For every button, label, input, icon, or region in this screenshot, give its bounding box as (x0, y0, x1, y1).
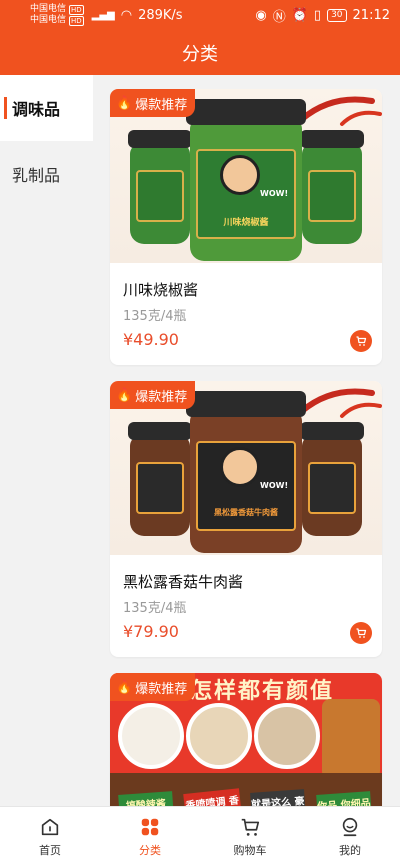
add-to-cart-button[interactable] (350, 330, 372, 352)
page-header: 分类 (0, 30, 400, 75)
alarm-icon: ⏰ (291, 7, 308, 23)
wifi-icon: ◠ (120, 7, 133, 23)
battery-indicator: 30 (327, 8, 347, 22)
network-speed: 289K/s (138, 7, 183, 23)
product-image: 怎样都有颜值 搞酸辣酱 770 香喷喷调 香酥啊 就是这么 豪横 你品 你细品 … (110, 673, 382, 806)
status-bar: 中国电信 HD 中国电信 HD ▂▄▆ ◠ 289K/s ◉ Ⓝ ⏰ ▯ 30 21… (0, 0, 400, 30)
nav-cart[interactable]: 购物车 (200, 807, 300, 866)
product-image: 黑松露香菇牛肉酱 WOW! 🔥 爆款推荐 (110, 381, 382, 555)
hot-badge: 🔥 爆款推荐 (110, 381, 196, 409)
fire-icon: 🔥 (116, 679, 133, 695)
product-price: ¥49.90 (123, 330, 179, 349)
nav-label: 购物车 (233, 843, 267, 857)
nav-label: 分类 (139, 843, 161, 857)
badge-label: 爆款推荐 (135, 97, 188, 113)
hd-badge: HD (69, 15, 84, 26)
product-spec: 135克/4瓶 (123, 309, 187, 324)
jar-left (128, 422, 192, 536)
hd-badge: HD (69, 4, 84, 15)
bottom-nav: 首页 分类 购物车 我的 (0, 806, 400, 866)
food-bowl-1 (118, 703, 184, 769)
nav-label: 首页 (39, 843, 61, 857)
home-icon (41, 818, 59, 835)
sidebar-item-dairy[interactable]: 乳制品 (0, 141, 93, 207)
product-pack (322, 699, 380, 779)
poster-tag: 搞酸辣酱 770 (118, 791, 176, 806)
hot-badge: 🔥 爆款推荐 (110, 89, 196, 117)
jar-center: 川味烧椒酱 WOW! (186, 99, 306, 261)
cart-icon (356, 628, 367, 638)
nav-category[interactable]: 分类 (100, 807, 200, 866)
fire-icon: 🔥 (116, 95, 133, 111)
nav-profile[interactable]: 我的 (300, 807, 400, 866)
food-bowl-3 (254, 703, 320, 769)
nav-label: 我的 (339, 843, 361, 857)
product-card[interactable]: 黑松露香菇牛肉酱 WOW! 🔥 爆款推荐 黑松露香菇牛肉酱 135克/4瓶 ¥7… (110, 381, 382, 657)
vibrate-icon: ▯ (313, 7, 322, 23)
jar-label-text: 川味烧椒酱 (223, 218, 269, 228)
product-name: 川味烧椒酱 (123, 281, 199, 299)
category-icon (141, 818, 159, 835)
add-to-cart-button[interactable] (350, 622, 372, 644)
signal-icon: ▂▄▆ (91, 9, 115, 21)
hot-badge: 🔥 爆款推荐 (110, 673, 196, 701)
poster-tag: 你品 你细品 (316, 791, 374, 806)
sidebar-item-seasoning[interactable]: 调味品 (0, 75, 93, 141)
category-sidebar: 调味品 乳制品 (0, 75, 93, 806)
jar-label-text: 黑松露香菇牛肉酱 (214, 508, 278, 517)
clock: 21:12 (352, 7, 390, 23)
jar-left (128, 130, 192, 244)
carrier-2: 中国电信 (30, 15, 67, 25)
jar-right (300, 422, 364, 536)
sidebar-item-label: 调味品 (12, 100, 61, 119)
product-image: 川味烧椒酱 WOW! 🔥 爆款推荐 (110, 89, 382, 263)
nav-home[interactable]: 首页 (0, 807, 100, 866)
product-card[interactable]: 川味烧椒酱 WOW! 🔥 爆款推荐 川味烧椒酱 135克/4瓶 ¥49.90 (110, 89, 382, 365)
eye-icon: ◉ (255, 7, 267, 23)
jar-right (300, 130, 364, 244)
poster-headline: 怎样都有颜值 (190, 679, 335, 704)
nfc-icon: Ⓝ (272, 9, 286, 25)
mascot-face (220, 155, 260, 195)
poster-tag: 就是这么 豪横 (250, 789, 308, 806)
product-list: 川味烧椒酱 WOW! 🔥 爆款推荐 川味烧椒酱 135克/4瓶 ¥49.90 黑… (93, 75, 400, 806)
carrier-info: 中国电信 HD 中国电信 HD (30, 4, 84, 26)
fire-icon: 🔥 (116, 387, 133, 403)
badge-label: 爆款推荐 (135, 389, 188, 405)
cart-icon (241, 818, 260, 836)
profile-icon (342, 817, 358, 836)
food-bowl-2 (186, 703, 252, 769)
jar-center: 黑松露香菇牛肉酱 WOW! (186, 391, 306, 553)
badge-label: 爆款推荐 (135, 681, 188, 697)
carrier-1: 中国电信 (30, 4, 67, 14)
product-name: 黑松露香菇牛肉酱 (123, 573, 244, 591)
product-price: ¥79.90 (123, 622, 179, 641)
page-title: 分类 (182, 43, 218, 65)
product-spec: 135克/4瓶 (123, 601, 187, 616)
mascot-face (220, 447, 260, 487)
wow-text: WOW! (260, 481, 289, 490)
sidebar-item-label: 乳制品 (12, 166, 61, 185)
product-card[interactable]: 怎样都有颜值 搞酸辣酱 770 香喷喷调 香酥啊 就是这么 豪横 你品 你细品 … (110, 673, 382, 806)
cart-icon (356, 336, 367, 346)
wow-text: WOW! (260, 189, 289, 198)
